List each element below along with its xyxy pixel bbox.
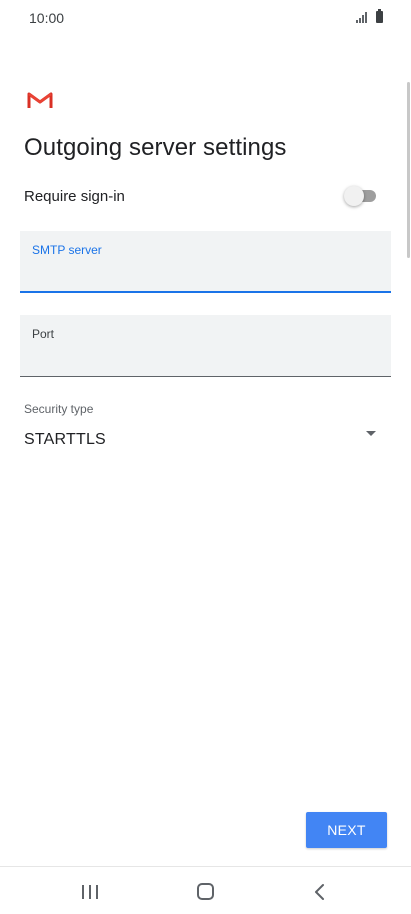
battery-icon [376, 9, 383, 23]
port-input[interactable] [32, 346, 372, 368]
smtp-server-label: SMTP server [32, 243, 102, 257]
security-type-label: Security type [24, 402, 94, 416]
home-icon[interactable] [197, 883, 214, 900]
require-signin-toggle[interactable] [344, 186, 378, 206]
port-field[interactable]: Port [20, 315, 391, 377]
require-signin-label: Require sign-in [24, 188, 125, 205]
security-type-select[interactable]: STARTTLS [24, 428, 380, 454]
smtp-server-input[interactable] [32, 261, 372, 283]
next-button[interactable]: NEXT [306, 812, 387, 848]
recents-icon[interactable] [82, 885, 100, 899]
require-signin-row: Require sign-in [24, 186, 378, 208]
status-icons [356, 9, 383, 23]
screen: 10:00 Outgoing server settings Require s… [0, 0, 411, 914]
status-time: 10:00 [29, 10, 65, 26]
page-title: Outgoing server settings [24, 134, 287, 161]
dropdown-arrow-icon [366, 431, 376, 436]
port-label: Port [32, 327, 55, 341]
signal-icon [356, 11, 370, 23]
navigation-bar [0, 866, 411, 914]
smtp-server-field[interactable]: SMTP server [20, 231, 391, 293]
back-icon[interactable] [313, 883, 327, 901]
status-bar: 10:00 [0, 0, 411, 36]
gmail-logo [27, 92, 53, 108]
security-type-value: STARTTLS [24, 431, 106, 448]
toggle-thumb [344, 186, 364, 206]
scrollbar[interactable] [407, 82, 410, 258]
